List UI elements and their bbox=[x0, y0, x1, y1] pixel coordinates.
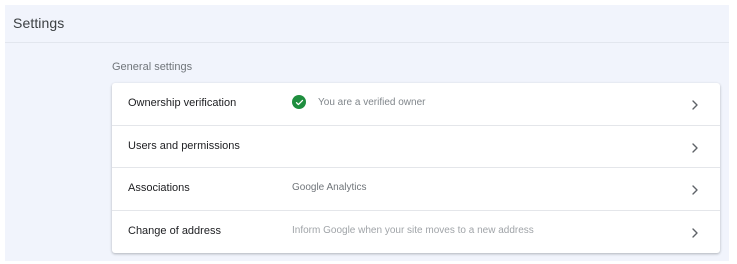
settings-row-change-of-address[interactable]: Change of address Inform Google when you… bbox=[112, 211, 720, 254]
settings-row-associations[interactable]: Associations Google Analytics bbox=[112, 168, 720, 211]
page-title: Settings bbox=[13, 15, 65, 31]
chevron-right-icon bbox=[690, 98, 700, 110]
chevron-right-icon bbox=[690, 183, 700, 195]
row-value: Inform Google when your site moves to a … bbox=[292, 224, 534, 236]
row-label: Change of address bbox=[128, 224, 221, 237]
settings-row-users-and-permissions[interactable]: Users and permissions bbox=[112, 126, 720, 168]
row-label: Users and permissions bbox=[128, 139, 240, 152]
row-value: Google Analytics bbox=[292, 182, 367, 193]
verification-status: You are a verified owner bbox=[292, 95, 425, 109]
general-settings-card: Ownership verification You are a verifie… bbox=[112, 83, 720, 253]
section-label-general-settings: General settings bbox=[112, 61, 193, 73]
row-label: Ownership verification bbox=[128, 97, 237, 109]
row-label: Associations bbox=[128, 182, 190, 194]
page-header: Settings bbox=[5, 5, 729, 43]
check-circle-icon bbox=[292, 95, 306, 109]
row-value: You are a verified owner bbox=[318, 96, 426, 108]
settings-row-ownership-verification[interactable]: Ownership verification You are a verifie… bbox=[112, 83, 720, 126]
settings-page: Settings General settings Ownership veri… bbox=[5, 5, 729, 261]
chevron-right-icon bbox=[690, 141, 700, 153]
chevron-right-icon bbox=[690, 226, 700, 238]
